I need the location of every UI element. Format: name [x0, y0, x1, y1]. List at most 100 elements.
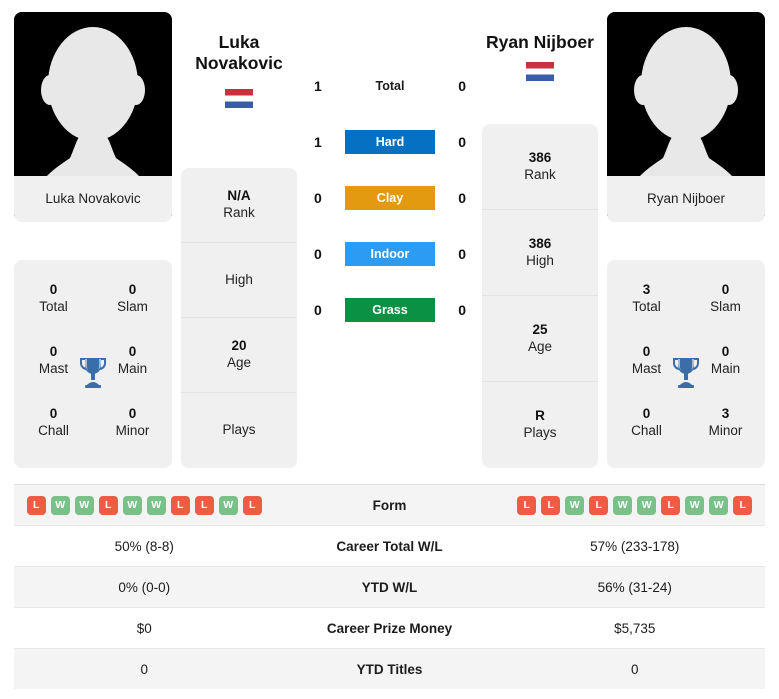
info-plays-left: Plays: [181, 393, 297, 468]
player-photo-name-left: Luka Novakovic: [14, 176, 172, 222]
table-cell-right: 56% (31-24): [597, 579, 672, 595]
player-name-left-line2: Novakovic: [195, 53, 283, 74]
titles-total-left: 0 Total: [14, 282, 93, 316]
form-badges-left: LWWLWWLLWL: [14, 495, 275, 515]
titles-minor-value-right: 3: [721, 406, 730, 422]
h2h-right-score-indoor: 0: [458, 246, 466, 262]
head-to-head-surfaces: 1 Total 0 1 Hard 0 0 Clay 0 0 Indoor 0 0 Grass 0: [300, 58, 480, 338]
titles-chall-value-right: 0: [642, 406, 651, 422]
info-rank-value-left: N/A: [227, 188, 251, 204]
form-badge-win: W: [218, 495, 238, 515]
titles-total-right: 3 Total: [607, 282, 686, 316]
titles-minor-label-left: Minor: [115, 423, 150, 438]
h2h-row-indoor: 0 Indoor 0: [300, 226, 480, 282]
player-name-right[interactable]: Ryan Nijboer: [460, 32, 620, 53]
info-high-label-left: High: [225, 271, 253, 287]
info-rank-label-right: Rank: [524, 166, 556, 182]
info-age-label-right: Age: [527, 338, 553, 354]
titles-slam-right: 0 Slam: [686, 282, 765, 316]
info-high-label-right: High: [526, 252, 554, 268]
h2h-left-score-indoor: 0: [314, 246, 322, 262]
titles-slam-left: 0 Slam: [93, 282, 172, 316]
info-plays-label-left: Plays: [222, 422, 256, 438]
table-row: 0 YTD Titles 0: [14, 648, 765, 689]
h2h-left-score-hard: 1: [314, 134, 322, 150]
form-badge-loss: L: [589, 495, 609, 515]
titles-total-label-left: Total: [39, 299, 68, 314]
info-plays-label-right: Plays: [523, 425, 557, 440]
info-age-left: 20 Age: [181, 318, 297, 393]
form-badge-loss: L: [661, 495, 681, 515]
player-name-left[interactable]: Luka Novakovic: [181, 32, 297, 75]
titles-row: 0 Chall 3 Minor: [607, 392, 765, 454]
form-badge-loss: L: [242, 495, 262, 515]
table-cell-left: 0: [140, 661, 148, 677]
info-age-label-left: Age: [226, 355, 252, 370]
info-rank-value-right: 386: [528, 149, 552, 165]
form-badge-win: W: [122, 495, 142, 515]
form-badge-win: W: [613, 495, 633, 515]
table-row: L W W L W W L L W L Form L L W L W W L W W L: [14, 484, 765, 525]
form-strip-right: LLWLWWLWWL: [505, 495, 766, 515]
table-cell-right: 57% (233-178): [590, 538, 680, 554]
titles-minor-right: 3 Minor: [686, 406, 765, 440]
table-cell-left: 0% (0-0): [118, 579, 171, 595]
form-badge-loss: L: [733, 495, 753, 515]
titles-chall-left: 0 Chall: [14, 406, 93, 440]
comparison-table: L W W L W W L L W L Form L L W L W W L W W L 50% (8-8) Career …: [14, 484, 765, 689]
titles-total-label-right: Total: [632, 299, 661, 314]
h2h-surface-label-grass: Grass: [345, 298, 435, 322]
player-photo-card-right[interactable]: Ryan Nijboer: [607, 12, 765, 222]
form-strip-left: LWWLWWLLWL: [14, 495, 275, 515]
titles-row: 0 Chall 0 Minor: [14, 392, 172, 454]
form-badges-right: LLWLWWLWWL: [505, 495, 766, 515]
player-photo-name-right: Ryan Nijboer: [607, 176, 765, 222]
table-row-label: Career Prize Money: [326, 620, 453, 636]
h2h-right-score-hard: 0: [458, 134, 466, 150]
titles-slam-value-left: 0: [128, 282, 137, 298]
h2h-row-total: 1 Total 0: [300, 58, 480, 114]
player-titles-card-right: 3 Total 0 Slam 0 Mast 0 Main 0 Chall 3 M…: [607, 260, 765, 468]
info-rank-left: N/A Rank: [181, 168, 297, 243]
form-badge-win: W: [146, 495, 166, 515]
form-badge-loss: L: [541, 495, 561, 515]
h2h-surface-label-clay: Clay: [345, 186, 435, 210]
info-plays-right: R Plays: [482, 382, 598, 468]
trophy-icon: [79, 358, 107, 388]
titles-chall-right: 0 Chall: [607, 406, 686, 440]
h2h-row-clay: 0 Clay 0: [300, 170, 480, 226]
table-row: $0 Career Prize Money $5,735: [14, 607, 765, 648]
info-rank-label-left: Rank: [223, 205, 255, 220]
table-cell-right: 0: [630, 661, 639, 677]
h2h-right-score-clay: 0: [458, 190, 466, 206]
form-badge-loss: L: [26, 495, 46, 515]
player-info-card-left: N/A Rank High 20 Age Plays: [181, 168, 297, 468]
table-cell-left: 50% (8-8): [114, 538, 174, 554]
info-plays-value-right: R: [535, 408, 545, 424]
info-age-value-right: 25: [532, 321, 548, 337]
h2h-right-score-total: 0: [458, 78, 466, 94]
player-info-card-right: 386 Rank 386 High 25 Age R Plays: [482, 124, 598, 468]
table-cell-right: $5,735: [614, 620, 656, 636]
h2h-surface-label-total: Total: [375, 79, 405, 93]
form-badge-win: W: [50, 495, 70, 515]
table-row: 50% (8-8) Career Total W/L 57% (233-178): [14, 525, 765, 566]
info-age-right: 25 Age: [482, 296, 598, 382]
trophy-icon: [672, 358, 700, 388]
titles-total-value-right: 3: [642, 282, 651, 298]
titles-slam-label-left: Slam: [117, 299, 148, 314]
player-name-right-line1: Ryan Nijboer: [486, 32, 594, 52]
titles-slam-label-right: Slam: [710, 299, 741, 314]
h2h-row-grass: 0 Grass 0: [300, 282, 480, 338]
table-row-label: YTD W/L: [361, 579, 418, 595]
info-high-value-right: 386: [528, 235, 552, 251]
titles-chall-label-left: Chall: [38, 423, 69, 438]
titles-row: 3 Total 0 Slam: [607, 268, 765, 330]
info-age-value-left: 20: [231, 338, 247, 354]
table-row: 0% (0-0) YTD W/L 56% (31-24): [14, 566, 765, 607]
h2h-surface-label-hard: Hard: [345, 130, 435, 154]
table-row-label: Form: [372, 497, 407, 513]
player-photo-card-left[interactable]: Luka Novakovic: [14, 12, 172, 222]
form-badge-loss: L: [170, 495, 190, 515]
h2h-surface-label-indoor: Indoor: [345, 242, 435, 266]
